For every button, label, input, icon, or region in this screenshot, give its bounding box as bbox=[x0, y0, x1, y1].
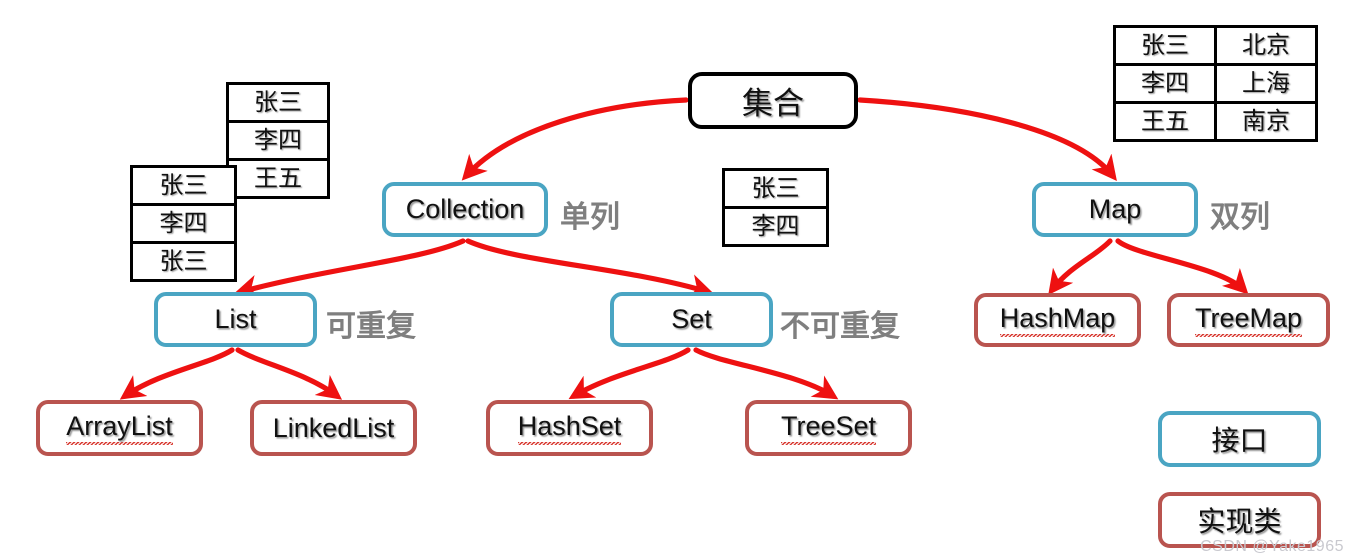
watermark: CSDN @Yake1965 bbox=[1200, 538, 1344, 555]
node-list-label: List bbox=[214, 304, 257, 334]
node-hashset[interactable]: HashSet bbox=[486, 400, 653, 456]
table-cell: 张三 bbox=[751, 174, 800, 202]
table-row: 李四 bbox=[133, 206, 234, 244]
edge-set-treeset bbox=[693, 347, 839, 400]
table-cell: 李四 bbox=[1116, 66, 1217, 101]
legend-implementation-label: 实现类 bbox=[1197, 505, 1282, 538]
edge-list-linkedlist bbox=[235, 347, 343, 400]
annotation-map: 双列 bbox=[1210, 200, 1270, 235]
node-treeset-label: TreeSet bbox=[780, 411, 877, 445]
table-cell: 张三 bbox=[159, 171, 208, 199]
edge-root-collection bbox=[461, 97, 689, 181]
set-sample-table: 张三 李四 bbox=[722, 168, 829, 247]
table-row: 李四 bbox=[229, 123, 327, 161]
node-hashmap[interactable]: HashMap bbox=[974, 293, 1141, 347]
table-cell: 王五 bbox=[254, 164, 302, 192]
edge-collection-set bbox=[465, 238, 715, 299]
table-row: 张三 bbox=[133, 244, 234, 279]
table-cell: 李四 bbox=[751, 212, 800, 240]
node-root-label: 集合 bbox=[742, 86, 804, 122]
node-set-label: Set bbox=[671, 304, 712, 334]
table-cell: 张三 bbox=[1116, 28, 1217, 63]
annotation-list: 可重复 bbox=[326, 309, 416, 344]
annotation-collection: 单列 bbox=[560, 200, 620, 235]
table-row: 王五 南京 bbox=[1116, 104, 1315, 139]
table-cell: 南京 bbox=[1242, 107, 1290, 135]
node-linkedlist-label: LinkedList bbox=[272, 412, 395, 443]
node-linkedlist[interactable]: LinkedList bbox=[250, 400, 417, 456]
edge-map-hashmap bbox=[1048, 238, 1113, 296]
node-arraylist[interactable]: ArrayList bbox=[36, 400, 203, 456]
table-cell: 李四 bbox=[254, 126, 302, 154]
node-hashset-label: HashSet bbox=[517, 411, 622, 445]
node-hashmap-label: HashMap bbox=[999, 303, 1116, 337]
map-sample-table: 张三 北京 李四 上海 王五 南京 bbox=[1113, 25, 1318, 142]
table-cell: 北京 bbox=[1242, 31, 1290, 59]
table-cell: 李四 bbox=[159, 209, 208, 237]
table-row: 张三 bbox=[725, 171, 826, 209]
edge-set-hashset bbox=[568, 347, 691, 400]
node-root[interactable]: 集合 bbox=[688, 72, 858, 129]
legend-interface-label: 接口 bbox=[1211, 424, 1268, 457]
table-cell: 王五 bbox=[1116, 104, 1217, 139]
node-collection[interactable]: Collection bbox=[382, 182, 548, 237]
edge-root-map bbox=[857, 97, 1117, 181]
table-cell: 张三 bbox=[159, 247, 208, 275]
table-row: 张三 北京 bbox=[1116, 28, 1315, 66]
node-list[interactable]: List bbox=[154, 292, 317, 347]
edge-list-arraylist bbox=[119, 347, 235, 400]
node-arraylist-label: ArrayList bbox=[66, 411, 173, 445]
legend-interface: 接口 bbox=[1158, 411, 1321, 467]
list-sample-duplicate-table: 张三 李四 张三 bbox=[130, 165, 237, 282]
node-treemap[interactable]: TreeMap bbox=[1167, 293, 1330, 347]
diagram-canvas: 集合 Collection Map List Set ArrayList Lin… bbox=[0, 0, 1352, 560]
table-row: 李四 上海 bbox=[1116, 66, 1315, 104]
node-map[interactable]: Map bbox=[1032, 182, 1198, 237]
table-cell: 上海 bbox=[1242, 69, 1290, 97]
list-sample-upper-table: 张三 李四 王五 bbox=[226, 82, 330, 199]
table-row: 张三 bbox=[229, 85, 327, 123]
table-row: 王五 bbox=[229, 161, 327, 196]
node-treemap-label: TreeMap bbox=[1194, 303, 1303, 337]
table-row: 李四 bbox=[725, 209, 826, 244]
table-cell: 张三 bbox=[254, 88, 302, 116]
edge-collection-list bbox=[233, 238, 466, 300]
annotation-set: 不可重复 bbox=[780, 309, 900, 344]
table-row: 张三 bbox=[133, 168, 234, 206]
node-treeset[interactable]: TreeSet bbox=[745, 400, 912, 456]
node-collection-label: Collection bbox=[405, 194, 525, 224]
edge-map-treemap bbox=[1115, 238, 1249, 295]
node-map-label: Map bbox=[1088, 194, 1142, 224]
node-set[interactable]: Set bbox=[610, 292, 773, 347]
